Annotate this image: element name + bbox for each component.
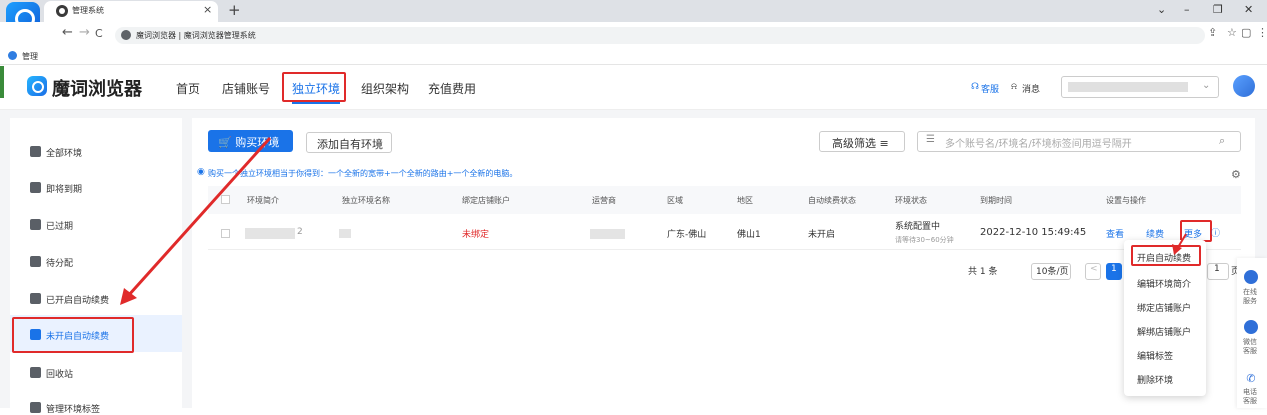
arrow-to-menu bbox=[1172, 233, 1187, 255]
arrow-to-sidebar bbox=[120, 136, 272, 305]
annotation-arrows bbox=[120, 136, 1187, 305]
